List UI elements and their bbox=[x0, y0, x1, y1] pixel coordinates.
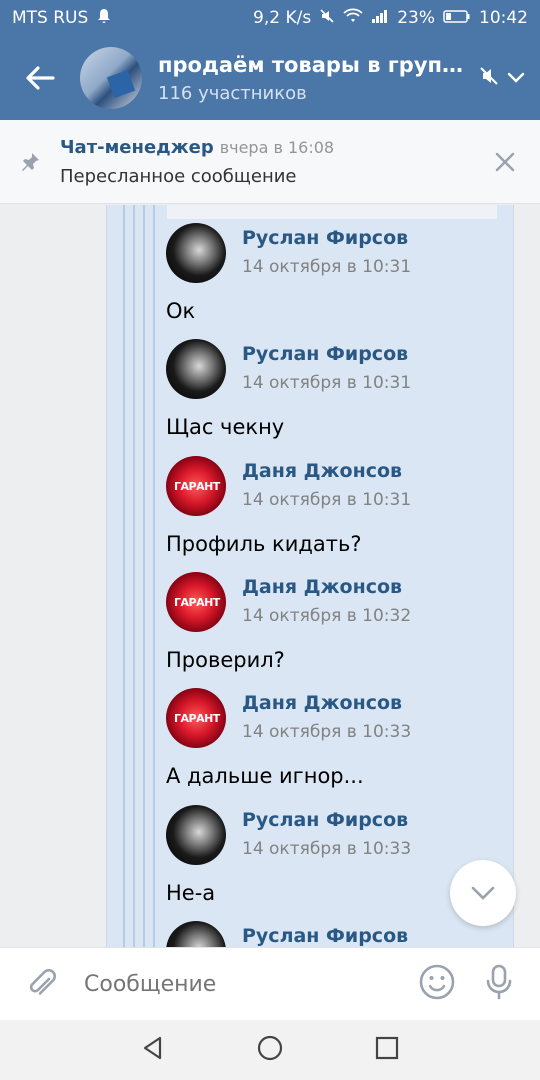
pinned-text: Пересланное сообщение bbox=[60, 165, 297, 187]
system-nav-bar bbox=[0, 1020, 540, 1080]
avatar[interactable]: ГАРАНТ bbox=[166, 688, 226, 748]
pinned-author: Чат-менеджер bbox=[60, 136, 214, 158]
chat-title: продаём товары в группа... bbox=[158, 52, 468, 77]
previous-attachment bbox=[167, 205, 497, 219]
unpin-button[interactable] bbox=[470, 151, 540, 173]
message-time: 14 октября в 10:33 bbox=[242, 839, 412, 859]
message-author[interactable]: Даня Джонсов bbox=[242, 576, 402, 598]
paperclip-icon bbox=[29, 969, 56, 995]
close-icon bbox=[495, 152, 515, 171]
network-speed: 9,2 K/s bbox=[253, 8, 312, 28]
nav-back-button[interactable] bbox=[140, 1035, 166, 1065]
message-author[interactable]: Руслан Фирсов bbox=[242, 925, 408, 947]
carrier-label: MTS RUS bbox=[12, 8, 89, 28]
mute-icon[interactable] bbox=[478, 65, 500, 91]
chevron-down-icon bbox=[471, 886, 495, 900]
chat-title-block[interactable]: продаём товары в группа... 116 участнико… bbox=[158, 53, 478, 104]
avatar-label: ГАРАНТ bbox=[174, 480, 220, 493]
forward-indent-line bbox=[123, 205, 125, 947]
message-author[interactable]: Руслан Фирсов bbox=[242, 809, 408, 831]
group-avatar[interactable] bbox=[80, 47, 142, 109]
composer bbox=[0, 947, 540, 1020]
avatar-label: ГАРАНТ bbox=[174, 596, 220, 609]
attach-button[interactable] bbox=[0, 967, 84, 1001]
forward-indent-line bbox=[133, 205, 135, 947]
silent-icon bbox=[319, 8, 335, 29]
message-text: Профиль кидать? bbox=[166, 532, 362, 556]
avatar[interactable] bbox=[166, 805, 226, 865]
triangle-back-icon bbox=[143, 1036, 162, 1060]
clock: 10:42 bbox=[479, 8, 528, 28]
battery-percent: 23% bbox=[397, 8, 435, 28]
nav-recents-button[interactable] bbox=[374, 1035, 400, 1065]
back-button[interactable] bbox=[0, 36, 80, 120]
message-input[interactable] bbox=[84, 971, 418, 997]
microphone-icon bbox=[486, 964, 512, 1000]
message-text: Щас чекну bbox=[166, 415, 285, 439]
avatar-label: ГАРАНТ bbox=[174, 712, 220, 725]
forward-indent-line bbox=[153, 205, 155, 947]
message-text: Не-а bbox=[166, 881, 216, 905]
message-time: 14 октября в 10:31 bbox=[242, 257, 412, 277]
message-time: 14 октября в 10:31 bbox=[242, 490, 412, 510]
message-author[interactable]: Даня Джонсов bbox=[242, 692, 402, 714]
wifi-icon bbox=[343, 8, 363, 29]
message-time: 14 октября в 10:31 bbox=[242, 373, 412, 393]
smiley-icon bbox=[419, 964, 455, 1000]
pin-icon bbox=[0, 151, 60, 173]
message-text: Ок bbox=[166, 299, 196, 323]
notification-bell-icon bbox=[96, 8, 112, 29]
message-text: А дальше игнор... bbox=[166, 764, 364, 788]
chevron-down-icon[interactable] bbox=[506, 69, 526, 88]
avatar[interactable]: ГАРАНТ bbox=[166, 456, 226, 516]
message-text: Проверил? bbox=[166, 648, 285, 672]
avatar[interactable] bbox=[166, 339, 226, 399]
message-author[interactable]: Даня Джонсов bbox=[242, 460, 402, 482]
emoji-button[interactable] bbox=[418, 963, 456, 1005]
square-recents-icon bbox=[375, 1036, 399, 1060]
avatar[interactable] bbox=[166, 223, 226, 283]
pinned-message[interactable]: Чат-менеджер вчера в 16:08 Пересланное со… bbox=[0, 120, 540, 204]
chat-members-count: 116 участников bbox=[158, 82, 307, 104]
message-author[interactable]: Руслан Фирсов bbox=[242, 227, 408, 249]
message-time: 14 октября в 10:32 bbox=[242, 606, 412, 626]
message-author[interactable]: Руслан Фирсов bbox=[242, 343, 408, 365]
circle-home-icon bbox=[257, 1035, 283, 1061]
messages-area[interactable]: Руслан Фирсов 14 октября в 10:31 Ок Русл… bbox=[0, 205, 540, 947]
back-arrow-icon bbox=[26, 66, 55, 90]
voice-button[interactable] bbox=[484, 963, 514, 1005]
scroll-down-button[interactable] bbox=[450, 860, 516, 926]
signal-icon bbox=[371, 8, 389, 29]
avatar[interactable]: ГАРАНТ bbox=[166, 572, 226, 632]
pinned-time: вчера в 16:08 bbox=[219, 137, 335, 157]
forward-indent-line bbox=[143, 205, 145, 947]
chat-header: продаём товары в группа... 116 участнико… bbox=[0, 36, 540, 120]
message-time: 14 октября в 10:33 bbox=[242, 722, 412, 742]
status-bar: MTS RUS 9,2 K/s 23% 10:42 bbox=[0, 0, 540, 36]
battery-icon bbox=[443, 8, 471, 29]
nav-home-button[interactable] bbox=[256, 1034, 284, 1066]
